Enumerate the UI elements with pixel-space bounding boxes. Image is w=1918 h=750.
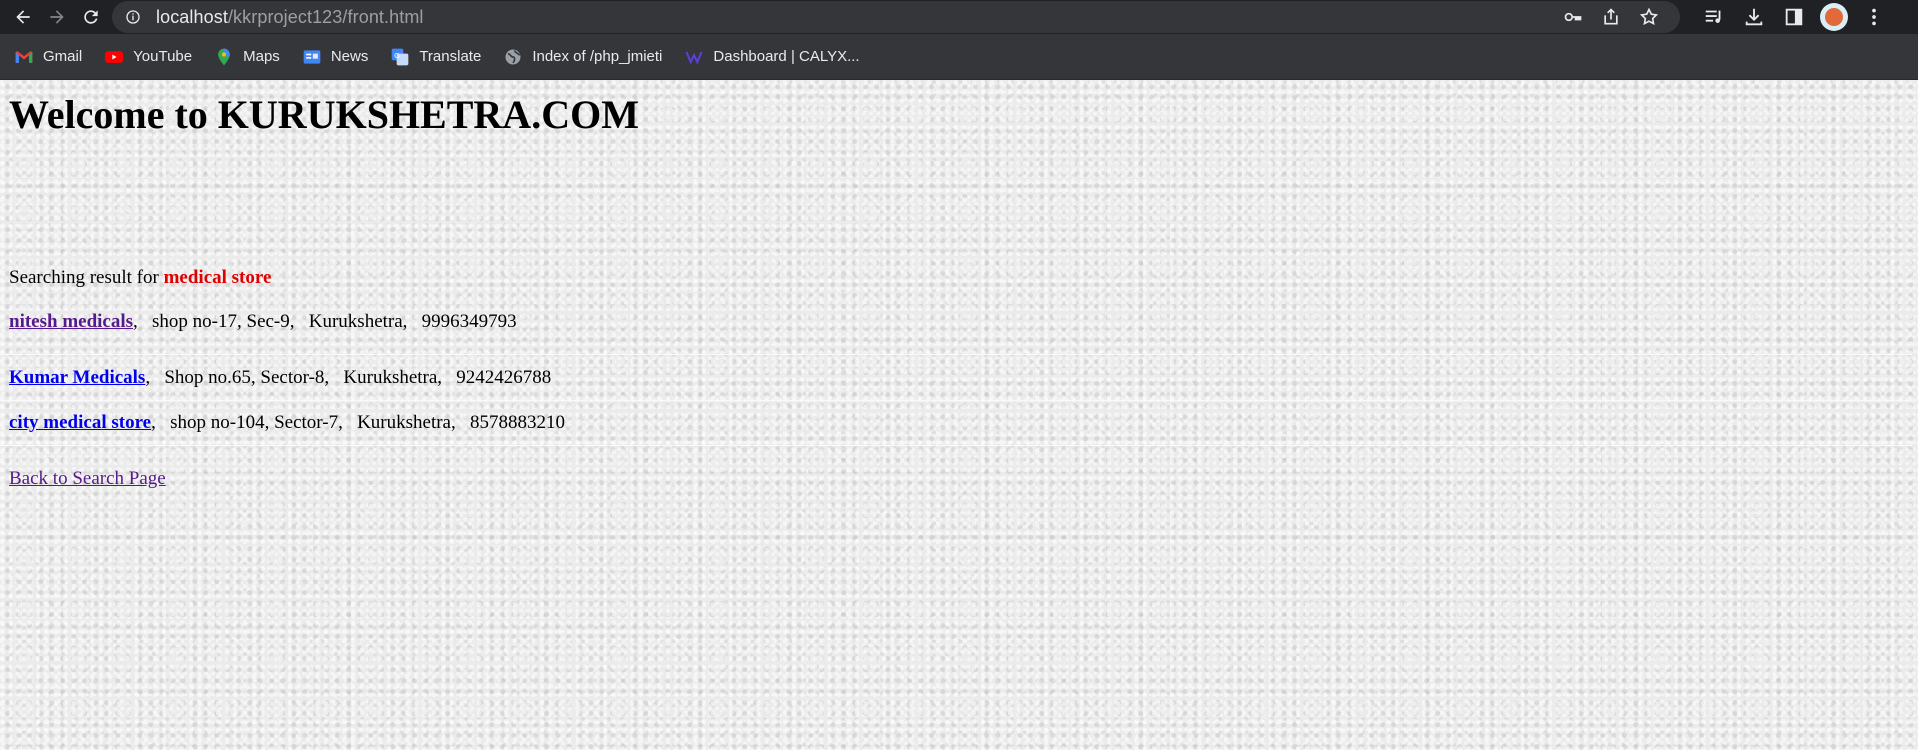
news-icon <box>302 47 322 67</box>
result-name-link[interactable]: Kumar Medicals <box>9 367 145 388</box>
result-row: city medical store, shop no-104, Sector-… <box>9 412 565 434</box>
address-bar[interactable]: localhost/kkrproject123/front.html <box>112 1 1680 33</box>
maps-icon <box>214 47 234 67</box>
search-term: medical store <box>163 267 272 288</box>
result-row: Kumar Medicals, Shop no.65, Sector-8, Ku… <box>9 367 551 389</box>
bookmark-label: Translate <box>419 48 482 65</box>
bookmark-maps[interactable]: Maps <box>214 47 280 67</box>
bookmark-youtube[interactable]: YouTube <box>104 47 192 67</box>
result-details: , shop no-17, Sec-9, Kurukshetra, 999634… <box>133 311 517 332</box>
search-result-heading: Searching result for medical store <box>9 267 271 289</box>
star-icon[interactable] <box>1630 2 1668 32</box>
reload-icon[interactable] <box>74 0 108 34</box>
search-prefix: Searching result for <box>9 267 164 288</box>
result-row: nitesh medicals, shop no-17, Sec-9, Kuru… <box>9 311 517 333</box>
reading-list-icon[interactable] <box>1694 0 1734 34</box>
bookmark-index-php-jmieti[interactable]: Index of /php_jmieti <box>503 47 662 67</box>
divider <box>0 400 1912 401</box>
share-icon[interactable] <box>1592 2 1630 32</box>
back-arrow-icon[interactable] <box>6 0 40 34</box>
translate-icon: G <box>390 47 410 67</box>
url-path: /kkrproject123/front.html <box>227 6 424 27</box>
menu-kebab-icon[interactable] <box>1854 0 1894 34</box>
page-title: Welcome to KURUKSHETRA.COM <box>9 92 639 137</box>
divider <box>0 445 1912 446</box>
avatar-image <box>1825 8 1843 26</box>
forward-arrow-icon[interactable] <box>40 0 74 34</box>
divider <box>0 354 1912 355</box>
key-icon[interactable] <box>1554 2 1592 32</box>
bookmark-dashboard-calyx[interactable]: Dashboard | CALYX... <box>684 47 860 67</box>
bookmark-label: News <box>330 48 369 65</box>
svg-text:G: G <box>394 50 400 59</box>
page-content: Welcome to KURUKSHETRA.COM Searching res… <box>0 80 1918 750</box>
browser-toolbar: localhost/kkrproject123/front.html <box>0 0 1918 34</box>
result-details: , shop no-104, Sector-7, Kurukshetra, 85… <box>151 412 565 433</box>
back-to-search-link[interactable]: Back to Search Page <box>9 468 166 490</box>
site-info-icon[interactable] <box>124 8 142 26</box>
side-panel-icon[interactable] <box>1774 0 1814 34</box>
result-name-link[interactable]: nitesh medicals <box>9 311 133 332</box>
url-text[interactable]: localhost/kkrproject123/front.html <box>156 7 424 28</box>
download-icon[interactable] <box>1734 0 1774 34</box>
bookmark-gmail[interactable]: Gmail <box>14 47 82 67</box>
result-details: , Shop no.65, Sector-8, Kurukshetra, 924… <box>145 367 552 388</box>
bookmark-label: Dashboard | CALYX... <box>713 48 860 65</box>
url-host: localhost <box>156 6 228 27</box>
profile-avatar[interactable] <box>1820 3 1848 31</box>
bookmark-label: Maps <box>243 48 280 65</box>
calyx-icon <box>684 47 704 67</box>
result-name-link[interactable]: city medical store <box>9 412 151 433</box>
youtube-icon <box>104 47 124 67</box>
bookmark-label: YouTube <box>133 48 193 65</box>
bookmark-translate[interactable]: G Translate <box>390 47 481 67</box>
bookmark-news[interactable]: News <box>302 47 369 67</box>
globe-icon <box>503 47 523 67</box>
bookmark-label: Gmail <box>43 48 83 65</box>
gmail-icon <box>14 47 34 67</box>
bookmarks-bar: Gmail YouTube Maps News G Translate Inde… <box>0 34 1918 80</box>
bookmark-label: Index of /php_jmieti <box>532 48 663 65</box>
